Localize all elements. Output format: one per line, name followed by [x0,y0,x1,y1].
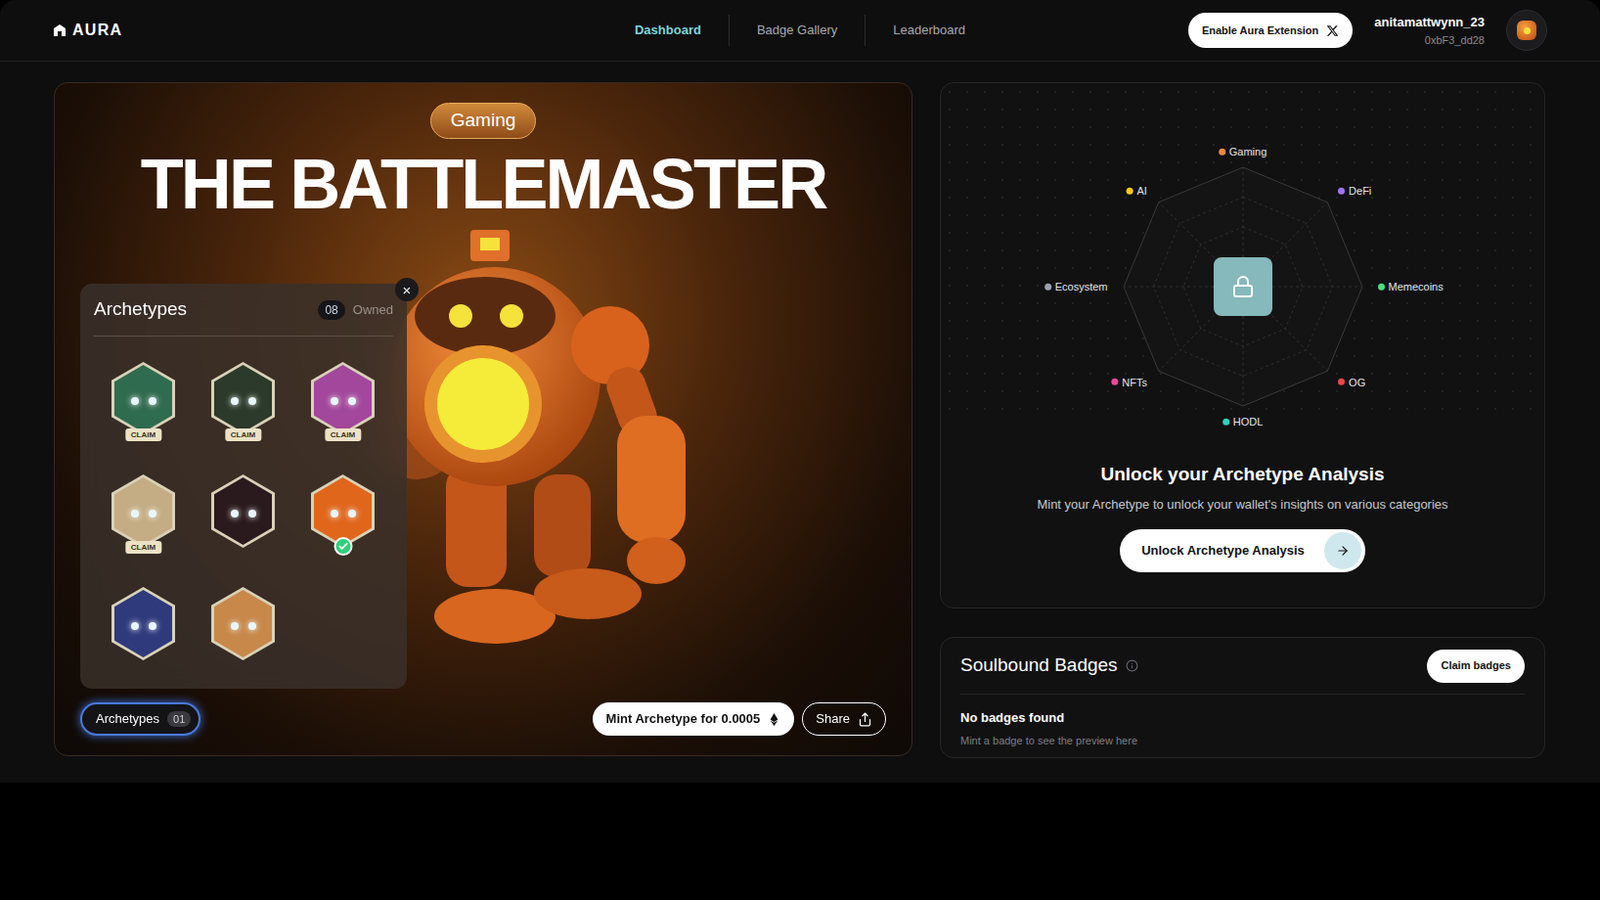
share-button[interactable]: Share [801,702,887,736]
radar-axis-label: HODL [1222,413,1264,431]
axis-dot [1218,148,1226,156]
selected-check-icon [333,536,353,556]
axis-dot [1222,418,1230,426]
ethereum-icon [767,712,781,726]
claim-badge[interactable]: CLAIM [125,540,162,554]
archetype-item[interactable] [111,586,176,661]
logo-icon [52,23,67,38]
eye-icon [131,622,139,630]
page: AURA Dashboard Badge Gallery Leaderboard Ena… [0,0,1600,783]
eye-icon [148,622,157,630]
eye-icon [248,509,257,518]
eye-icon [148,509,157,518]
archetype-item[interactable] [211,474,275,548]
axis-dot [1377,283,1385,291]
axis-dot [1337,187,1345,195]
eye-icon [330,397,339,405]
top-bar: AURA Dashboard Badge Gallery Leaderboard Ena… [0,0,1600,62]
eye-icon [348,509,356,518]
eye-icon [348,397,356,405]
badges-empty: No badges foundMint a badge to see the p… [960,694,1525,749]
app: AURA Dashboard Badge Gallery Leaderboard Ena… [0,0,1600,900]
robot-illustration [377,229,711,651]
analysis-subtitle: Mint your Archetype to unlock your walle… [1036,494,1448,515]
claim-badges-button[interactable]: Claim badges [1426,649,1525,683]
header-right: Enable Aura Extension anitamattwynn_230xb… [1136,9,1548,51]
nav-item[interactable]: Dashboard [634,20,702,41]
radar-axis-label: AI [1126,182,1148,200]
dashboard: GamingTHE BATTLEMASTERArchetypes08OwnedC… [0,61,1600,758]
panel-header: Archetypes08Owned [93,283,394,337]
archetype-item[interactable]: CLAIM [311,361,375,436]
claim-badge[interactable]: CLAIM [324,428,361,442]
nav-item[interactable]: Leaderboard [892,20,966,41]
axis-dot [1044,283,1052,291]
archetypes-button[interactable]: Archetypes01 [80,702,201,736]
claim-badge[interactable]: CLAIM [125,428,162,442]
eye-icon [248,622,257,630]
eye-icon [330,509,339,518]
eye-icon [131,509,139,518]
archetype-item[interactable] [311,474,375,548]
owned-count: 08 [317,300,345,320]
eye-icon [148,397,157,405]
analysis-title: Unlock your Archetype Analysis [1100,460,1384,489]
archetype-item[interactable]: CLAIM [111,361,176,436]
archetype-item[interactable] [211,586,275,661]
radar-axis-label: OG [1337,373,1366,391]
eye-icon [230,622,239,630]
axis-dot [1111,378,1118,386]
eye-icon [230,397,239,405]
archetype-title: THE BATTLEMASTER [140,148,827,220]
eye-icon [230,509,239,518]
user-info: anitamattwynn_230xbF3_dd28 [1374,12,1485,48]
enable-extension-button[interactable]: Enable Aura Extension [1188,12,1353,48]
mint-button[interactable]: Mint Archetype for 0.0005 [592,702,796,736]
archetype-item[interactable]: CLAIM [111,474,176,548]
eye-icon [248,397,257,405]
radar-chart: GamingDeFiMemecoinsOGHODLNFTsEcosystemAI [940,83,1545,416]
nav-item[interactable]: Badge Gallery [756,20,838,41]
category-tag: Gaming [430,102,537,139]
arrow-right-icon [1324,532,1362,570]
archetypes-panel: Archetypes08OwnedCLAIMCLAIMCLAIMCLAIM× [80,283,407,689]
radar-axis-label: Gaming [1218,143,1268,161]
radar-axis-label: Ecosystem [1044,278,1109,296]
avatar[interactable] [1506,9,1548,51]
axis-dot [1126,187,1134,195]
radar-axis-label: DeFi [1337,182,1372,200]
close-button[interactable]: × [395,277,419,302]
axis-dot [1337,378,1345,386]
hero-card: GamingTHE BATTLEMASTERArchetypes08OwnedC… [53,82,913,756]
radar-axis-label: Memecoins [1377,278,1444,296]
nav-separator [864,14,866,46]
logo[interactable]: AURA [52,18,464,43]
lock-icon [1213,257,1273,316]
archetype-item[interactable]: CLAIM [211,361,275,436]
badges-card: Soulbound BadgesClaim badgesNo badges fo… [939,636,1546,758]
right-column: Gaming DeFi Memecoins OG HODL NFTs Ecosystem AI… [939,82,1546,758]
eye-icon [131,397,139,405]
main-nav: Dashboard Badge Gallery Leaderboard [463,14,1137,46]
x-logo-icon [1326,24,1339,38]
nav-separator [728,14,730,46]
avatar-robot-icon [1516,20,1537,41]
info-icon[interactable] [1125,659,1139,672]
hero-actions: Archetypes01 Mint Archetype for 0.0005Sha… [54,702,912,756]
badges-header: Soulbound BadgesClaim badges [960,637,1525,695]
claim-badge[interactable]: CLAIM [224,428,262,442]
unlock-analysis-button[interactable]: Unlock Archetype Analysis [1119,529,1366,573]
analysis-card: Gaming DeFi Memecoins OG HODL NFTs Ecosystem AI… [939,82,1546,609]
archetypes-count: 01 [167,711,191,728]
radar-axis-label: NFTs [1111,373,1148,391]
archetypes-grid: CLAIMCLAIMCLAIMCLAIM [80,336,407,661]
share-icon [857,711,873,727]
